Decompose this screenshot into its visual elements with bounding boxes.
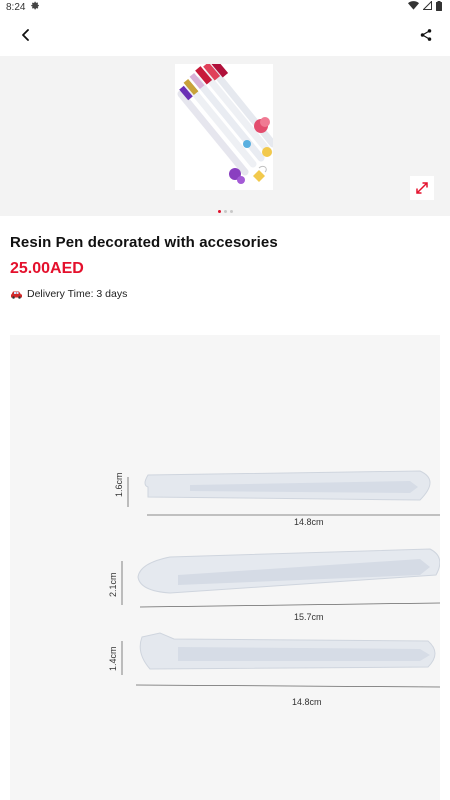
settings-gear-icon xyxy=(31,1,40,13)
cellular-signal-icon xyxy=(422,0,432,13)
product-image[interactable] xyxy=(175,64,273,190)
delivery-info: Delivery Time: 3 days xyxy=(10,288,440,300)
back-button[interactable] xyxy=(14,23,38,47)
mold-2-height-label: 2.1cm xyxy=(108,572,118,597)
car-icon xyxy=(11,291,22,299)
status-right xyxy=(408,0,442,14)
battery-icon xyxy=(436,0,442,14)
product-image-gallery[interactable] xyxy=(0,56,450,216)
page-dot[interactable] xyxy=(223,210,227,213)
product-title: Resin Pen decorated with accesories xyxy=(10,234,278,251)
expand-image-button[interactable] xyxy=(410,176,434,200)
status-time: 8:24 xyxy=(6,1,26,13)
mold-3-length-label: 14.8cm xyxy=(292,697,322,707)
mold-1-height-label: 1.6cm xyxy=(114,472,124,497)
product-price: 25.00AED xyxy=(10,260,84,277)
product-info: Resin Pen decorated with accesories 25.0… xyxy=(0,216,450,300)
mold-3-height-label: 1.4cm xyxy=(108,646,118,671)
arrow-back-icon xyxy=(22,29,29,41)
expand-icon xyxy=(416,182,428,194)
share-button[interactable] xyxy=(414,23,438,47)
gallery-page-indicator xyxy=(0,210,450,213)
app-bar xyxy=(0,14,450,56)
status-left: 8:24 xyxy=(6,1,40,13)
share-icon xyxy=(420,29,432,41)
delivery-time-label: Delivery Time: 3 days xyxy=(27,288,128,300)
mold-1-length-label: 14.8cm xyxy=(294,517,324,527)
mold-2-length-label: 15.7cm xyxy=(294,612,324,622)
status-bar: 8:24 xyxy=(0,0,450,14)
wifi-icon xyxy=(408,1,419,13)
page-dot-active[interactable] xyxy=(217,210,221,213)
page-dot[interactable] xyxy=(229,210,233,213)
product-detail-image: 1.6cm 14.8cm 2.1cm 15.7cm 1.4cm 14.8cm xyxy=(10,335,440,800)
